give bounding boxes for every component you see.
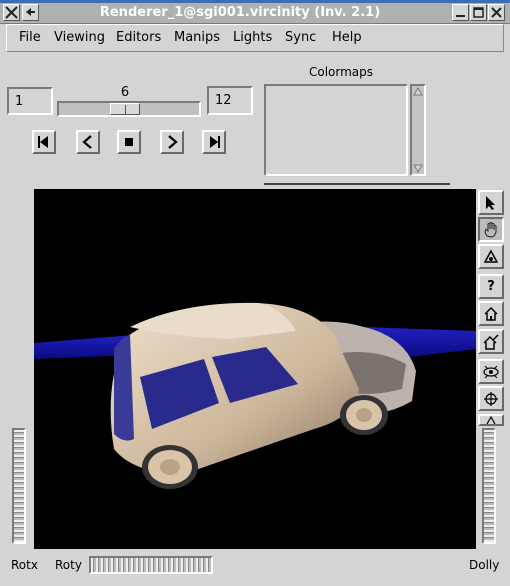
window-title: Renderer_1@sgi001.vircinity (Inv. 2.1): [99, 5, 381, 20]
menu-file[interactable]: File: [19, 30, 41, 46]
roty-label: Roty: [55, 558, 82, 572]
last-frame-button[interactable]: [202, 130, 226, 154]
minimize-icon[interactable]: [452, 4, 469, 21]
scroll-down-icon[interactable]: [413, 164, 423, 173]
hand-button[interactable]: [478, 217, 504, 242]
step-back-icon: [82, 135, 92, 149]
timestep-current-label: 6: [120, 85, 130, 100]
separator: [264, 183, 450, 185]
view-all-button[interactable]: [478, 359, 504, 384]
shade-icon[interactable]: [22, 4, 39, 21]
window-menu-icon[interactable]: [3, 4, 20, 21]
set-home-button[interactable]: [478, 329, 504, 354]
set-home-icon: [483, 333, 499, 350]
colormaps-label: Colormaps: [308, 65, 374, 79]
scroll-up-icon[interactable]: [413, 87, 423, 96]
step-forward-icon: [168, 135, 178, 149]
home-icon: [484, 306, 498, 321]
roty-thumbwheel[interactable]: [89, 556, 213, 574]
close-icon[interactable]: [488, 4, 505, 21]
perspective-icon: [483, 248, 499, 263]
view-all-icon: [483, 365, 499, 378]
dolly-label: Dolly: [469, 558, 500, 572]
first-frame-button[interactable]: [32, 130, 56, 154]
menu-manips[interactable]: Manips: [174, 30, 220, 46]
menu-bar: File Viewing Editors Manips Lights Sync …: [6, 24, 504, 52]
first-frame-icon: [38, 136, 48, 148]
menu-viewing[interactable]: Viewing: [54, 30, 105, 46]
car-model: [34, 302, 476, 489]
dolly-thumbwheel[interactable]: [482, 428, 496, 544]
seek-icon: [484, 391, 498, 406]
timestep-min-field[interactable]: 1: [7, 87, 53, 115]
step-back-button[interactable]: [76, 130, 100, 154]
projection-icon: [486, 416, 496, 424]
colormaps-scrollbar[interactable]: [410, 84, 426, 176]
desktop-strip: [0, 0, 510, 3]
seek-button[interactable]: [478, 386, 504, 411]
home-button[interactable]: [478, 301, 504, 326]
colormaps-list[interactable]: [264, 84, 408, 176]
step-forward-button[interactable]: [160, 130, 184, 154]
hand-icon: [484, 221, 497, 238]
rotx-thumbwheel[interactable]: [12, 428, 26, 544]
menu-help[interactable]: Help: [332, 30, 362, 46]
stop-button[interactable]: [117, 130, 141, 154]
timestep-slider-thumb[interactable]: [110, 103, 140, 115]
last-frame-icon: [210, 136, 220, 148]
3d-viewport[interactable]: [34, 189, 476, 549]
help-icon[interactable]: ?: [478, 274, 504, 299]
menu-editors[interactable]: Editors: [116, 30, 161, 46]
pointer-icon: [486, 195, 495, 210]
menu-sync[interactable]: Sync: [285, 30, 316, 46]
pointer-button[interactable]: [478, 190, 504, 215]
timestep-max-field[interactable]: 12: [207, 86, 253, 115]
maximize-icon[interactable]: [470, 4, 487, 21]
rotx-label: Rotx: [11, 558, 38, 572]
menu-lights[interactable]: Lights: [233, 30, 272, 46]
perspective-button[interactable]: [478, 244, 504, 269]
stop-icon: [125, 138, 133, 146]
projection-button[interactable]: [478, 414, 504, 426]
